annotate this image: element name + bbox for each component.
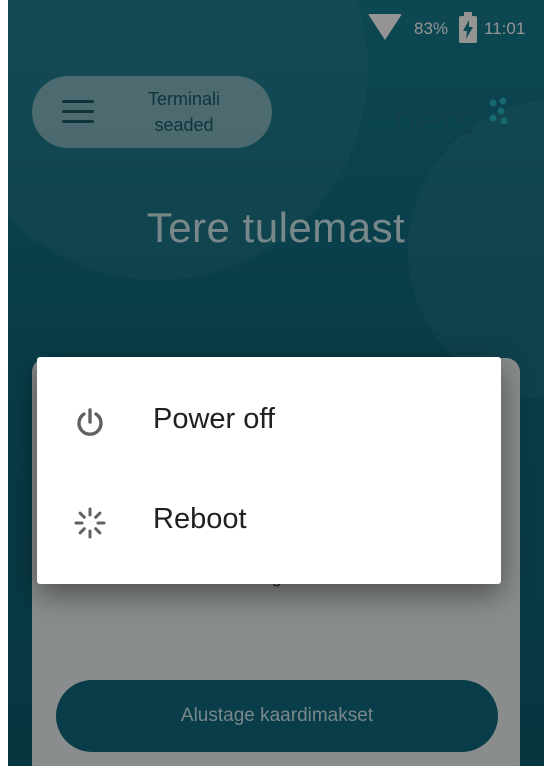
reboot-label: Reboot [153, 503, 247, 535]
power-off-option[interactable]: Power off [37, 371, 501, 471]
power-off-label: Power off [153, 403, 275, 435]
power-icon [73, 406, 107, 440]
reboot-option[interactable]: Reboot [37, 471, 501, 571]
reboot-spinner-icon [73, 506, 107, 540]
power-menu-dialog: Power off Reboot [37, 357, 501, 584]
